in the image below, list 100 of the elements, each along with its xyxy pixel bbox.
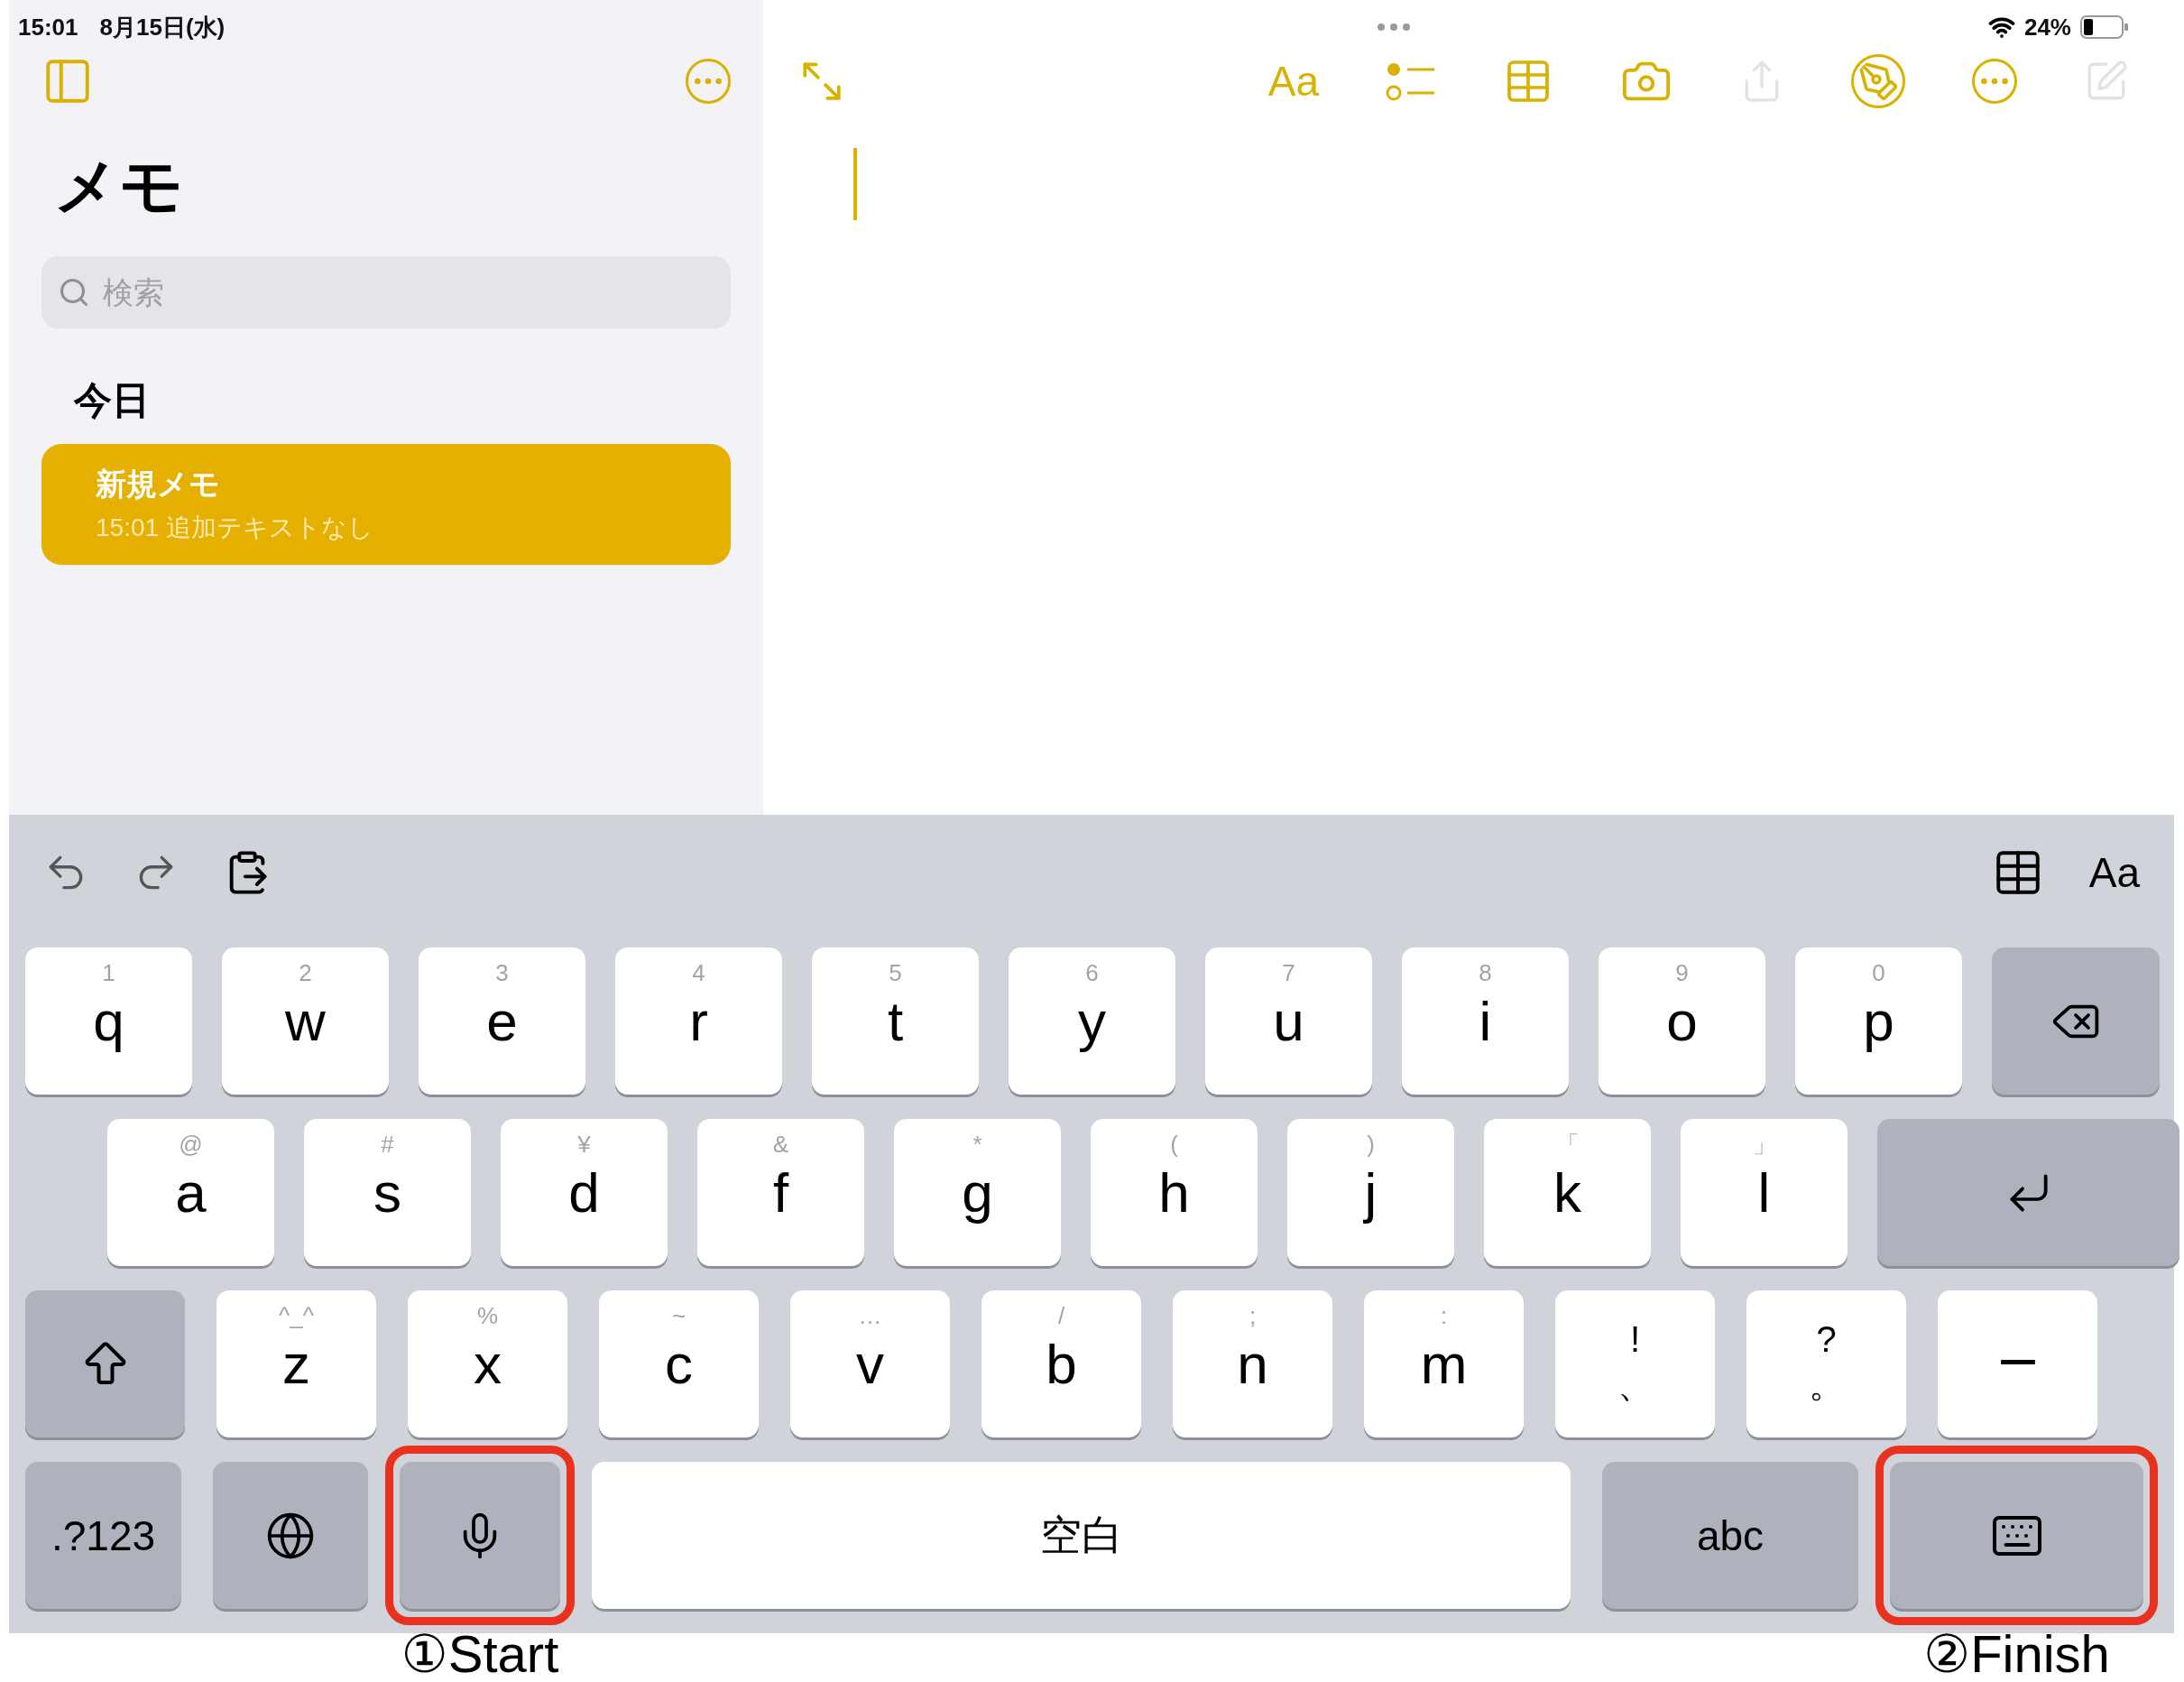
key-letter: f [772, 1160, 789, 1225]
key-hint: * [972, 1129, 982, 1160]
letter-key[interactable]: * g [894, 1119, 1061, 1266]
key-letter: v [856, 1331, 884, 1397]
key-letter: h [1158, 1160, 1190, 1225]
note-preview: 15:01 追加テキストなし [96, 513, 374, 543]
key-hint: / [1057, 1300, 1065, 1331]
key-letter: k [1553, 1160, 1581, 1225]
key-letter: c [665, 1331, 693, 1397]
letter-key[interactable]: 1 q [25, 947, 192, 1095]
punctuation-key[interactable]: ! 、 [1555, 1290, 1715, 1437]
annotation-caption: ②Finish [1923, 1627, 2110, 1681]
numbers-key[interactable]: .?123 [25, 1462, 181, 1609]
letter-key[interactable]: % x [408, 1290, 567, 1437]
key-hint: ) [1367, 1129, 1375, 1160]
key-symbol: 。 [1808, 1363, 1845, 1406]
key-hint: : [1440, 1300, 1448, 1331]
letter-key[interactable]: 6 y [1009, 947, 1175, 1095]
letter-key[interactable]: ; n [1173, 1290, 1332, 1437]
hide-keyboard-key[interactable] [1890, 1462, 2143, 1609]
key-letter: u [1273, 988, 1304, 1054]
letter-key[interactable]: ( h [1091, 1119, 1258, 1266]
key-hint: ^_^ [279, 1300, 314, 1331]
key-letter: q [93, 988, 124, 1054]
search-icon [58, 276, 90, 309]
letter-key[interactable]: ) j [1287, 1119, 1454, 1266]
letter-key[interactable]: 0 p [1795, 947, 1962, 1095]
key-hint: 9 [1675, 957, 1689, 988]
key-hint: 」 [1752, 1129, 1776, 1160]
punctuation-key[interactable]: ? 。 [1746, 1290, 1906, 1437]
markup-icon[interactable] [1851, 54, 1905, 108]
key-letter: d [568, 1160, 600, 1225]
key-letter: i [1479, 988, 1492, 1054]
key-letter: y [1078, 988, 1106, 1054]
shift-key[interactable] [25, 1290, 185, 1437]
annotation-caption: ①Start [401, 1627, 559, 1681]
section-heading: 今日 [74, 378, 151, 423]
key-hint: 7 [1282, 957, 1295, 988]
key-hint: 2 [299, 957, 312, 988]
key-letter: t [887, 988, 904, 1054]
key-letter: n [1237, 1331, 1268, 1397]
letter-key[interactable]: & f [697, 1119, 864, 1266]
key-hint: 1 [102, 957, 115, 988]
letter-key[interactable]: ^_^ z [217, 1290, 376, 1437]
letter-key[interactable]: 3 e [419, 947, 585, 1095]
status-date: 8月15日(水) [99, 12, 226, 42]
key-hint: 4 [692, 957, 705, 988]
letter-key[interactable]: 「 k [1484, 1119, 1651, 1266]
letter-key[interactable]: ¥ d [501, 1119, 668, 1266]
key-hint: @ [179, 1129, 203, 1160]
key-hint: 「 [1555, 1129, 1580, 1160]
key-hint: % [476, 1300, 499, 1331]
key-hint: # [381, 1129, 394, 1160]
dictation-key[interactable] [400, 1462, 560, 1609]
letter-key[interactable]: 5 t [812, 947, 979, 1095]
key-letter: j [1364, 1160, 1378, 1225]
key-label: .?123 [51, 1511, 156, 1560]
more-icon[interactable] [686, 59, 731, 104]
abc-key[interactable]: abc [1602, 1462, 1858, 1609]
letter-key[interactable]: 4 r [615, 947, 782, 1095]
letter-key[interactable]: # s [304, 1119, 471, 1266]
key-hint: ( [1170, 1129, 1178, 1160]
search-field[interactable]: 検索 [101, 273, 714, 311]
space-key[interactable]: 空白 [592, 1462, 1571, 1609]
letter-key[interactable]: @ a [107, 1119, 274, 1266]
key-hint: 8 [1479, 957, 1492, 988]
letter-key[interactable]: ~ c [599, 1290, 759, 1437]
letter-key[interactable]: 9 o [1599, 947, 1765, 1095]
key-symbol: ! [1629, 1318, 1641, 1360]
notes-title: メモ [54, 150, 185, 223]
key-hint: 0 [1872, 957, 1885, 988]
key-letter: g [962, 1160, 993, 1225]
letter-key[interactable]: 8 i [1402, 947, 1569, 1095]
key-letter: l [1757, 1160, 1771, 1225]
key-hint: 5 [889, 957, 902, 988]
letter-key[interactable]: … v [790, 1290, 950, 1437]
key-letter: p [1863, 988, 1894, 1054]
key-letter: z [282, 1331, 310, 1397]
dash-key[interactable]: ー [1938, 1290, 2097, 1437]
search-bar[interactable]: 検索 [41, 256, 731, 328]
key-hint: … [858, 1300, 882, 1331]
letter-key[interactable]: 7 u [1205, 947, 1372, 1095]
letter-key[interactable]: : m [1364, 1290, 1524, 1437]
letter-key[interactable]: / b [981, 1290, 1141, 1437]
key-letter: m [1420, 1331, 1468, 1397]
key-hint: ~ [671, 1300, 687, 1331]
battery-icon [2080, 15, 2129, 39]
key-letter: r [689, 988, 708, 1054]
key-letter: b [1046, 1331, 1077, 1397]
battery-percentage: 24% [2023, 13, 2071, 42]
key-hint: & [772, 1129, 789, 1160]
key-hint: 6 [1085, 957, 1099, 988]
letter-key[interactable]: 2 w [222, 947, 389, 1095]
format-button[interactable]: Aa [2088, 847, 2140, 897]
letter-key[interactable]: 」 l [1681, 1119, 1848, 1266]
globe-key[interactable] [213, 1462, 368, 1609]
key-letter: w [285, 988, 326, 1054]
delete-key[interactable] [1992, 947, 2160, 1095]
more-icon[interactable] [1972, 59, 2017, 104]
note-title: 新規メモ [96, 466, 221, 503]
